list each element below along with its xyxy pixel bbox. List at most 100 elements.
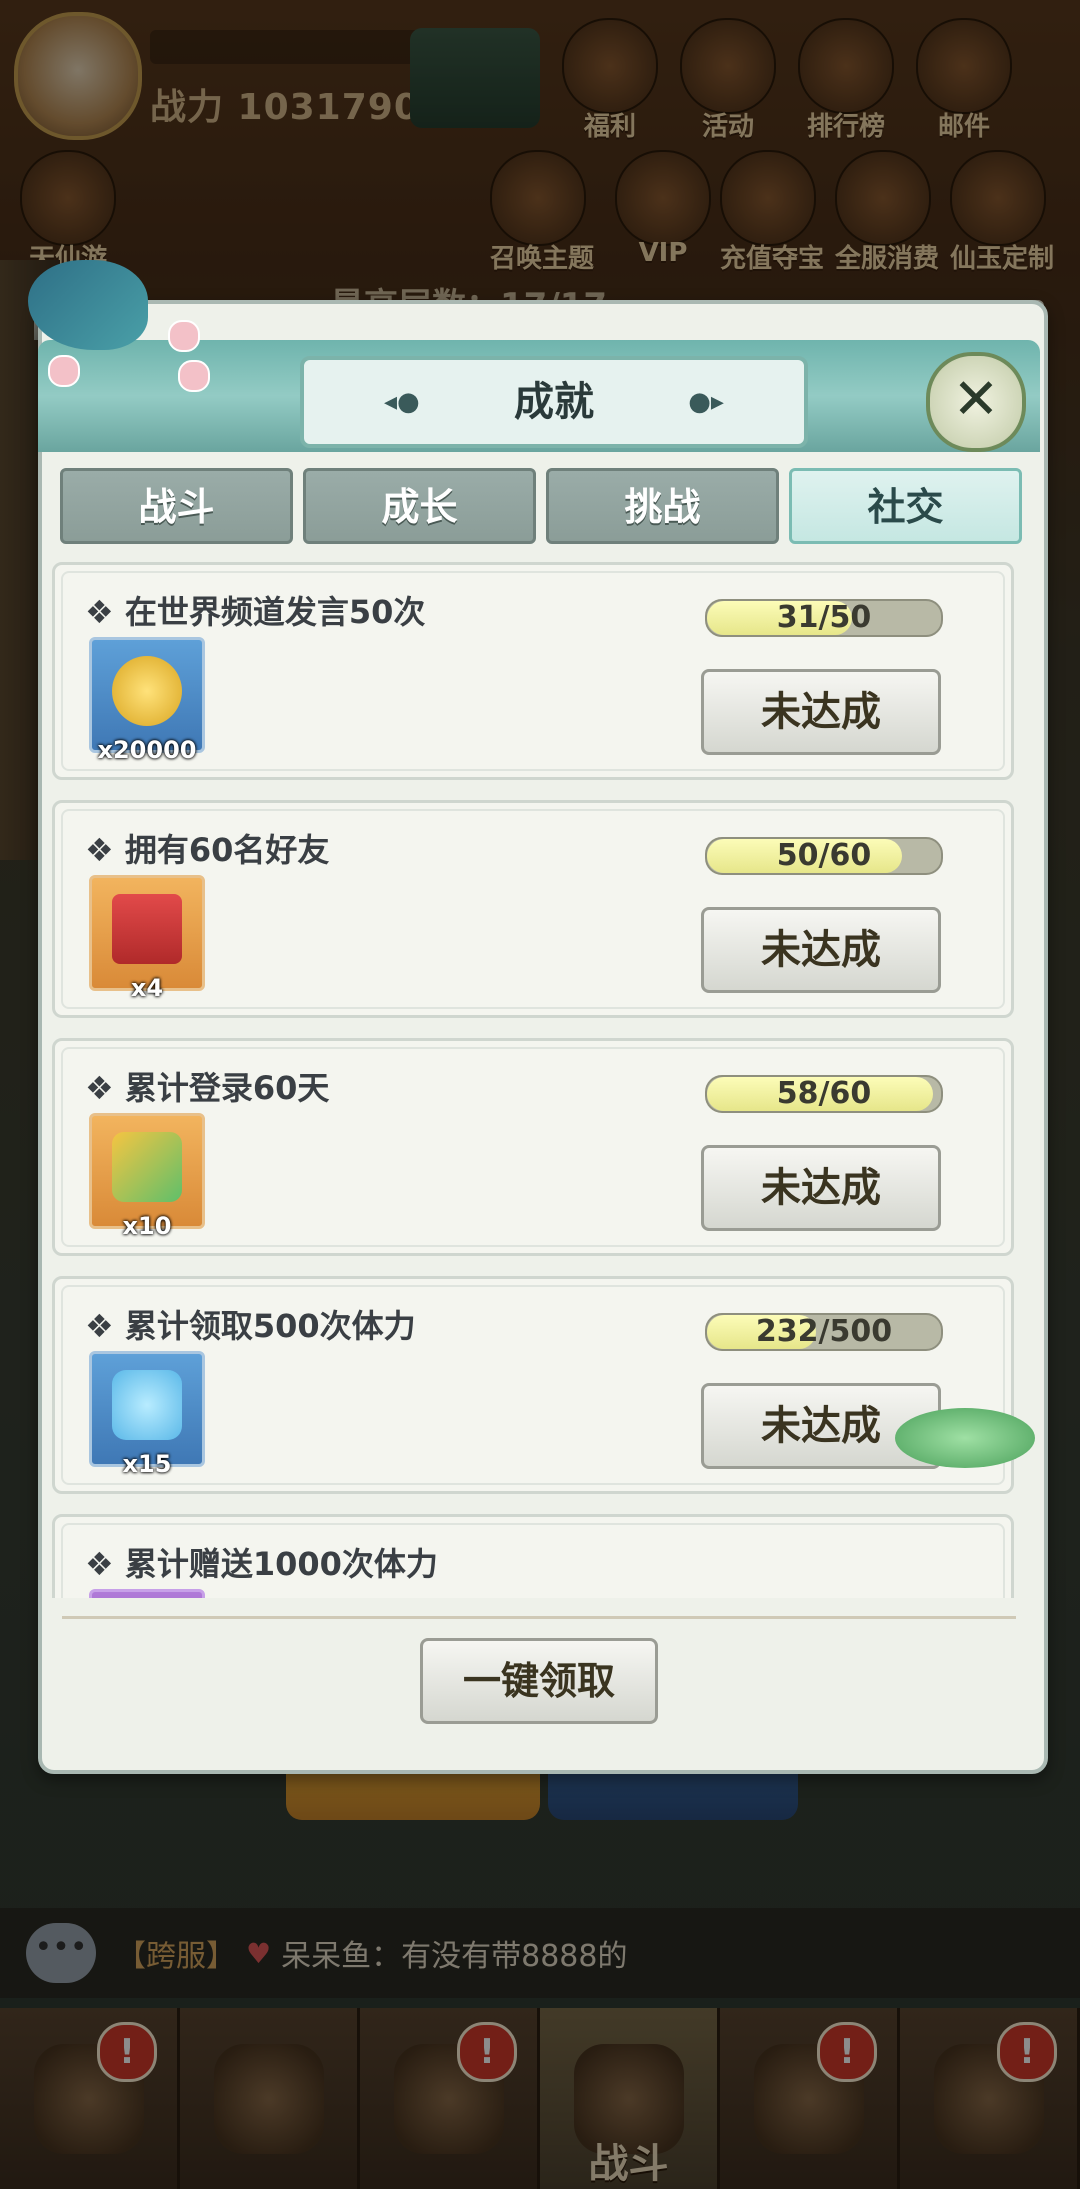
bottom-nav-item-0[interactable]: ! <box>0 2008 180 2189</box>
feature-icon-3[interactable]: 充值夺宝 <box>720 150 825 275</box>
dialog-title-plate: ◂● 成就 ●▸ <box>300 356 808 448</box>
gift-box-icon <box>112 894 182 964</box>
reward-item[interactable]: x4 <box>89 875 205 1002</box>
reward-quantity: x20000 <box>97 736 197 764</box>
feature-icon-2[interactable]: VIP <box>615 150 711 268</box>
achievement-card: ❖ 累计登录60天 x10 58/60 未达成 <box>52 1038 1014 1256</box>
feature-icon <box>835 150 931 246</box>
reward-item[interactable]: x10 <box>89 1113 205 1240</box>
menu-icon <box>916 18 1012 114</box>
nav-icon <box>213 2043 324 2154</box>
progress-text: 31/50 <box>776 600 872 635</box>
menu-icon <box>680 18 776 114</box>
feature-icon-4[interactable]: 全服消费 <box>835 150 940 275</box>
progress-bar: 58/60 <box>705 1075 943 1113</box>
menu-label: 排行榜 <box>806 112 885 142</box>
feature-icon-5[interactable]: 仙玉定制 <box>950 150 1055 275</box>
player-avatar[interactable] <box>14 12 142 140</box>
progress-bar: 232/500 <box>705 1313 943 1351</box>
achievement-card: ❖ 累计赠送1000次体力 <box>52 1514 1014 1598</box>
progress-bar: 31/50 <box>705 599 943 637</box>
achievement-tabs: 战斗 成长 挑战 社交 <box>60 468 1022 546</box>
top-menu-0[interactable]: 福利 <box>562 18 658 143</box>
reward-quantity: x4 <box>130 974 164 1002</box>
achievement-title: ❖ 拥有60名好友 <box>85 831 330 869</box>
heart-icon: ♥ <box>246 1936 272 1970</box>
reward-item[interactable]: x20000 <box>89 637 205 764</box>
feature-icon <box>20 150 116 246</box>
fish-ornament-icon: ●▸ <box>688 387 724 417</box>
feature-icon <box>950 150 1046 246</box>
alert-badge-icon: ! <box>457 2022 517 2082</box>
top-menu-2[interactable]: 排行榜 <box>798 18 894 143</box>
divider <box>62 1616 1016 1619</box>
achievement-list[interactable]: ❖ 在世界频道发言50次 x20000 31/50 未达成 ❖ 拥有60名好友 x4 50/… <box>52 562 1022 1598</box>
blossom-icon <box>178 360 210 392</box>
feature-icon-1[interactable]: 召唤主题 <box>490 150 595 275</box>
reward-quantity: x10 <box>122 1212 172 1240</box>
reward-item[interactable] <box>89 1589 205 1598</box>
bottom-nav-item-5[interactable]: ! <box>900 2008 1080 2189</box>
lotus-leaf-icon <box>895 1408 1035 1468</box>
reward-quantity: x15 <box>122 1450 172 1478</box>
bottom-nav: !! 战斗!! <box>0 2008 1080 2189</box>
achievement-title: ❖ 累计赠送1000次体力 <box>85 1545 438 1583</box>
close-icon: ✕ <box>952 367 1000 432</box>
feature-icon <box>720 150 816 246</box>
blossom-icon <box>168 320 200 352</box>
feature-icon <box>490 150 586 246</box>
feature-label: 仙玉定制 <box>950 244 1055 274</box>
tab-2[interactable]: 挑战 <box>546 468 779 544</box>
menu-label: 福利 <box>583 112 636 142</box>
energy-pack-icon <box>112 1370 182 1440</box>
tab-0[interactable]: 战斗 <box>60 468 293 544</box>
feature-icon <box>615 150 711 246</box>
chat-channel-tag: 【跨服】 <box>116 1939 236 1974</box>
status-button[interactable]: 未达成 <box>701 907 941 993</box>
reward-item[interactable]: x15 <box>89 1351 205 1478</box>
feature-label: 全服消费 <box>835 244 940 274</box>
bottom-nav-item-3[interactable]: 战斗 <box>540 2008 720 2189</box>
status-button[interactable]: 未达成 <box>701 1145 941 1231</box>
progress-text: 232/500 <box>755 1314 893 1349</box>
nav-label: 战斗 <box>588 2141 669 2187</box>
bottom-nav-item-2[interactable]: ! <box>360 2008 540 2189</box>
bottom-nav-item-1[interactable] <box>180 2008 360 2189</box>
achievement-title: ❖ 累计登录60天 <box>85 1069 330 1107</box>
close-button[interactable]: ✕ <box>926 352 1026 452</box>
status-button[interactable]: 未达成 <box>701 669 941 755</box>
dragon-key-icon <box>112 1132 182 1202</box>
player-name-bar <box>150 30 450 64</box>
top-menu-1[interactable]: 活动 <box>680 18 776 143</box>
gold-coin-icon <box>112 656 182 726</box>
alert-badge-icon: ! <box>817 2022 877 2082</box>
fish-ornament-icon: ◂● <box>384 387 420 417</box>
alert-badge-icon: ! <box>97 2022 157 2082</box>
claim-all-button[interactable]: 一键领取 <box>420 1638 658 1724</box>
chat-message: 呆呆鱼：有没有带8888的 <box>281 1939 628 1974</box>
chat-bubble-icon[interactable]: ••• <box>26 1923 96 1983</box>
achievement-dialog: ◂● 成就 ●▸ ✕ 战斗 成长 挑战 社交 ❖ 在世界频道发言50次 x20000 31… <box>28 260 1048 1774</box>
blossom-icon <box>48 355 80 387</box>
achievement-card: ❖ 拥有60名好友 x4 50/60 未达成 <box>52 800 1014 1018</box>
achievement-card: ❖ 累计领取500次体力 x15 232/500 未达成 <box>52 1276 1014 1494</box>
progress-text: 58/60 <box>776 1076 872 1111</box>
menu-label: 邮件 <box>937 112 990 142</box>
bottom-nav-item-4[interactable]: ! <box>720 2008 900 2189</box>
top-menu-3[interactable]: 邮件 <box>916 18 1012 143</box>
tab-1[interactable]: 成长 <box>303 468 536 544</box>
chat-bar[interactable]: ••• 【跨服】 ♥ 呆呆鱼：有没有带8888的 <box>0 1908 1080 1998</box>
feature-label: 充值夺宝 <box>720 244 825 274</box>
feature-label: VIP <box>638 238 688 268</box>
combat-power: 战力 10317908 <box>150 87 446 128</box>
feature-label: 召唤主题 <box>490 244 595 274</box>
achievement-card: ❖ 在世界频道发言50次 x20000 31/50 未达成 <box>52 562 1014 780</box>
alert-badge-icon: ! <box>997 2022 1057 2082</box>
menu-icon <box>798 18 894 114</box>
tab-3[interactable]: 社交 <box>789 468 1022 544</box>
achievement-title: ❖ 在世界频道发言50次 <box>85 593 426 631</box>
achievement-title: ❖ 累计领取500次体力 <box>85 1307 416 1345</box>
progress-text: 50/60 <box>776 838 872 873</box>
feature-icon-0[interactable]: 天仙游 <box>20 150 116 275</box>
scroll-icon[interactable] <box>410 28 540 128</box>
